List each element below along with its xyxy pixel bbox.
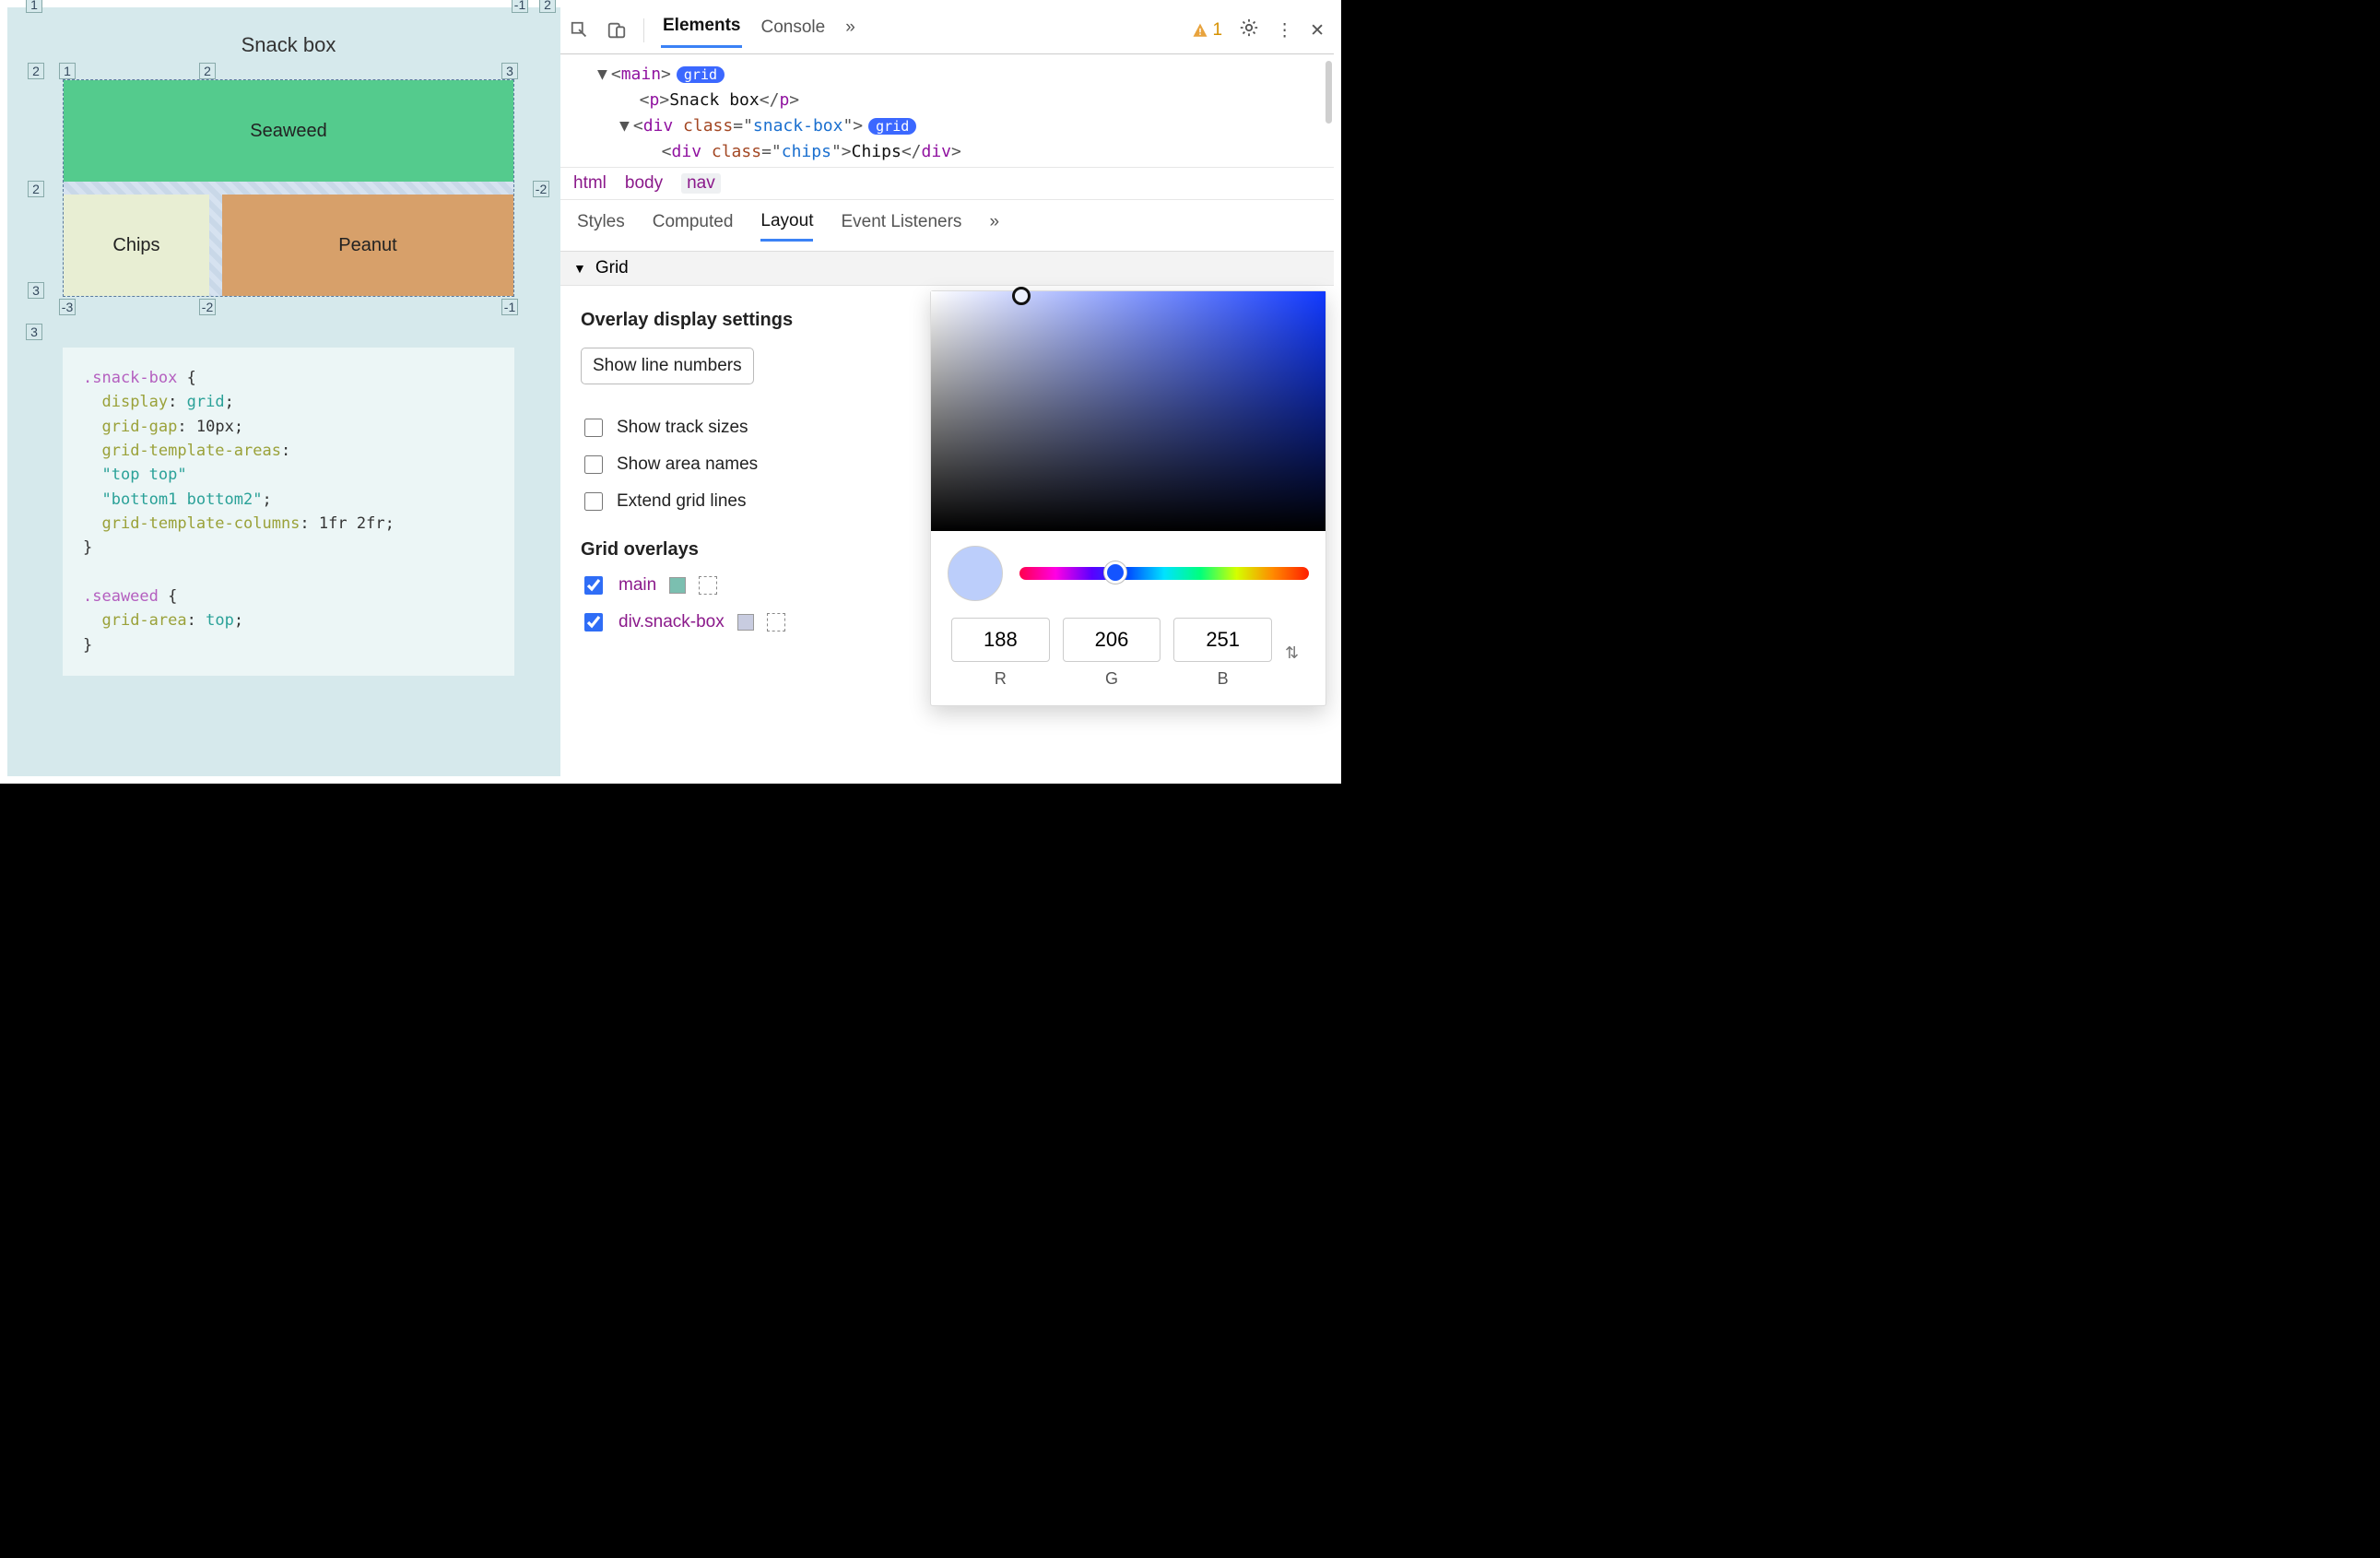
warning-badge[interactable]: 1	[1192, 20, 1223, 41]
sidebar-panel-tabs: Styles Computed Layout Event Listeners »	[560, 200, 1334, 252]
layout-mini-icon[interactable]	[699, 576, 717, 595]
label-r: R	[951, 669, 1050, 689]
disclosure-triangle-icon[interactable]: ▼	[619, 116, 630, 136]
css-code-sample: .snack-box { display: grid; grid-gap: 10…	[63, 348, 514, 676]
saturation-field[interactable]	[931, 291, 1325, 531]
color-b-input[interactable]	[1173, 618, 1272, 662]
color-picker-popover[interactable]: R G B ⇅	[930, 290, 1326, 706]
scrollbar-thumb[interactable]	[1325, 61, 1332, 124]
inspect-icon[interactable]	[570, 20, 590, 41]
grid-line-label: -2	[199, 299, 216, 315]
grid-line-label: 3	[26, 324, 42, 340]
grid-line-label: -1	[501, 299, 518, 315]
rendered-page-preview: Snack box Seaweed Chips Peanut 1 -1 2 2 …	[7, 7, 560, 776]
grid-line-label: 3	[501, 63, 518, 79]
label-area-names: Show area names	[617, 454, 758, 475]
tab-more[interactable]: »	[843, 15, 857, 47]
color-preview-circle[interactable]	[948, 546, 1003, 601]
tab-elements[interactable]: Elements	[661, 13, 742, 48]
grid-cell-peanut: Peanut	[222, 195, 513, 296]
breadcrumb[interactable]: html body nav	[560, 167, 1334, 200]
ptab-layout[interactable]: Layout	[760, 209, 813, 242]
ptab-styles[interactable]: Styles	[577, 210, 625, 240]
grid-line-label: -3	[59, 299, 76, 315]
device-toggle-icon[interactable]	[607, 20, 627, 41]
grid-cell-seaweed: Seaweed	[64, 80, 513, 182]
tab-console[interactable]: Console	[759, 15, 827, 47]
label-extend-lines: Extend grid lines	[617, 491, 746, 512]
overlay-name-snackbox[interactable]: div.snack-box	[619, 612, 725, 632]
disclosure-triangle-icon[interactable]: ▼	[597, 65, 607, 84]
overlay-name-main[interactable]: main	[619, 575, 656, 596]
grid-line-label: 2	[28, 181, 44, 197]
grid-badge[interactable]: grid	[677, 66, 725, 83]
kebab-icon[interactable]: ⋮	[1276, 20, 1293, 41]
grid-line-label: 2	[28, 63, 44, 79]
checkbox-track-sizes[interactable]	[584, 419, 603, 437]
grid-line-label: 3	[28, 282, 44, 299]
label-g: G	[1063, 669, 1161, 689]
overlay-color-swatch[interactable]	[669, 577, 686, 594]
overlay-checkbox-snackbox[interactable]	[584, 613, 603, 631]
grid-line-label: 1	[26, 0, 42, 13]
grid-line-label: -2	[533, 181, 549, 197]
disclosure-triangle-icon[interactable]: ▼	[573, 261, 586, 276]
grid-badge[interactable]: grid	[868, 118, 916, 135]
ptab-computed[interactable]: Computed	[653, 210, 734, 240]
close-icon[interactable]: ✕	[1310, 20, 1325, 41]
hue-slider[interactable]	[1019, 567, 1309, 580]
line-numbers-dropdown[interactable]: Show line numbers	[581, 348, 754, 384]
dom-tree[interactable]: ▼<main>grid <p>Snack box</p> ▼<div class…	[560, 54, 1334, 167]
gear-icon[interactable]	[1239, 18, 1259, 43]
color-r-input[interactable]	[951, 618, 1050, 662]
grid-section-header[interactable]: ▼ Grid	[560, 252, 1334, 286]
devtools-toolbar: Elements Console » 1 ⋮ ✕	[560, 7, 1334, 54]
ptab-listeners[interactable]: Event Listeners	[841, 210, 961, 240]
page-title: Snack box	[63, 33, 514, 57]
crumb-nav[interactable]: nav	[681, 173, 721, 194]
label-track-sizes: Show track sizes	[617, 418, 748, 438]
hue-knob[interactable]	[1104, 561, 1126, 584]
devtools-panel: Elements Console » 1 ⋮ ✕ ▼<main>grid <p>…	[560, 7, 1334, 776]
checkbox-extend-lines[interactable]	[584, 492, 603, 511]
ptab-more[interactable]: »	[989, 210, 999, 240]
grid-line-label: 2	[539, 0, 556, 13]
grid-line-label: -1	[512, 0, 528, 13]
grid-cell-chips: Chips	[64, 195, 209, 296]
grid-line-label: 2	[199, 63, 216, 79]
grid-line-label: 1	[59, 63, 76, 79]
warning-count: 1	[1213, 20, 1223, 41]
checkbox-area-names[interactable]	[584, 455, 603, 474]
overlay-checkbox-main[interactable]	[584, 576, 603, 595]
layout-mini-icon[interactable]	[767, 613, 785, 631]
crumb-html[interactable]: html	[573, 173, 607, 194]
color-g-input[interactable]	[1063, 618, 1161, 662]
saturation-knob[interactable]	[1012, 287, 1031, 305]
snack-box-grid: Seaweed Chips Peanut	[63, 79, 514, 297]
label-b: B	[1173, 669, 1272, 689]
color-format-toggle-icon[interactable]: ⇅	[1285, 643, 1305, 663]
crumb-body[interactable]: body	[625, 173, 663, 194]
overlay-color-swatch[interactable]	[737, 614, 754, 631]
grid-section-label: Grid	[595, 258, 629, 278]
